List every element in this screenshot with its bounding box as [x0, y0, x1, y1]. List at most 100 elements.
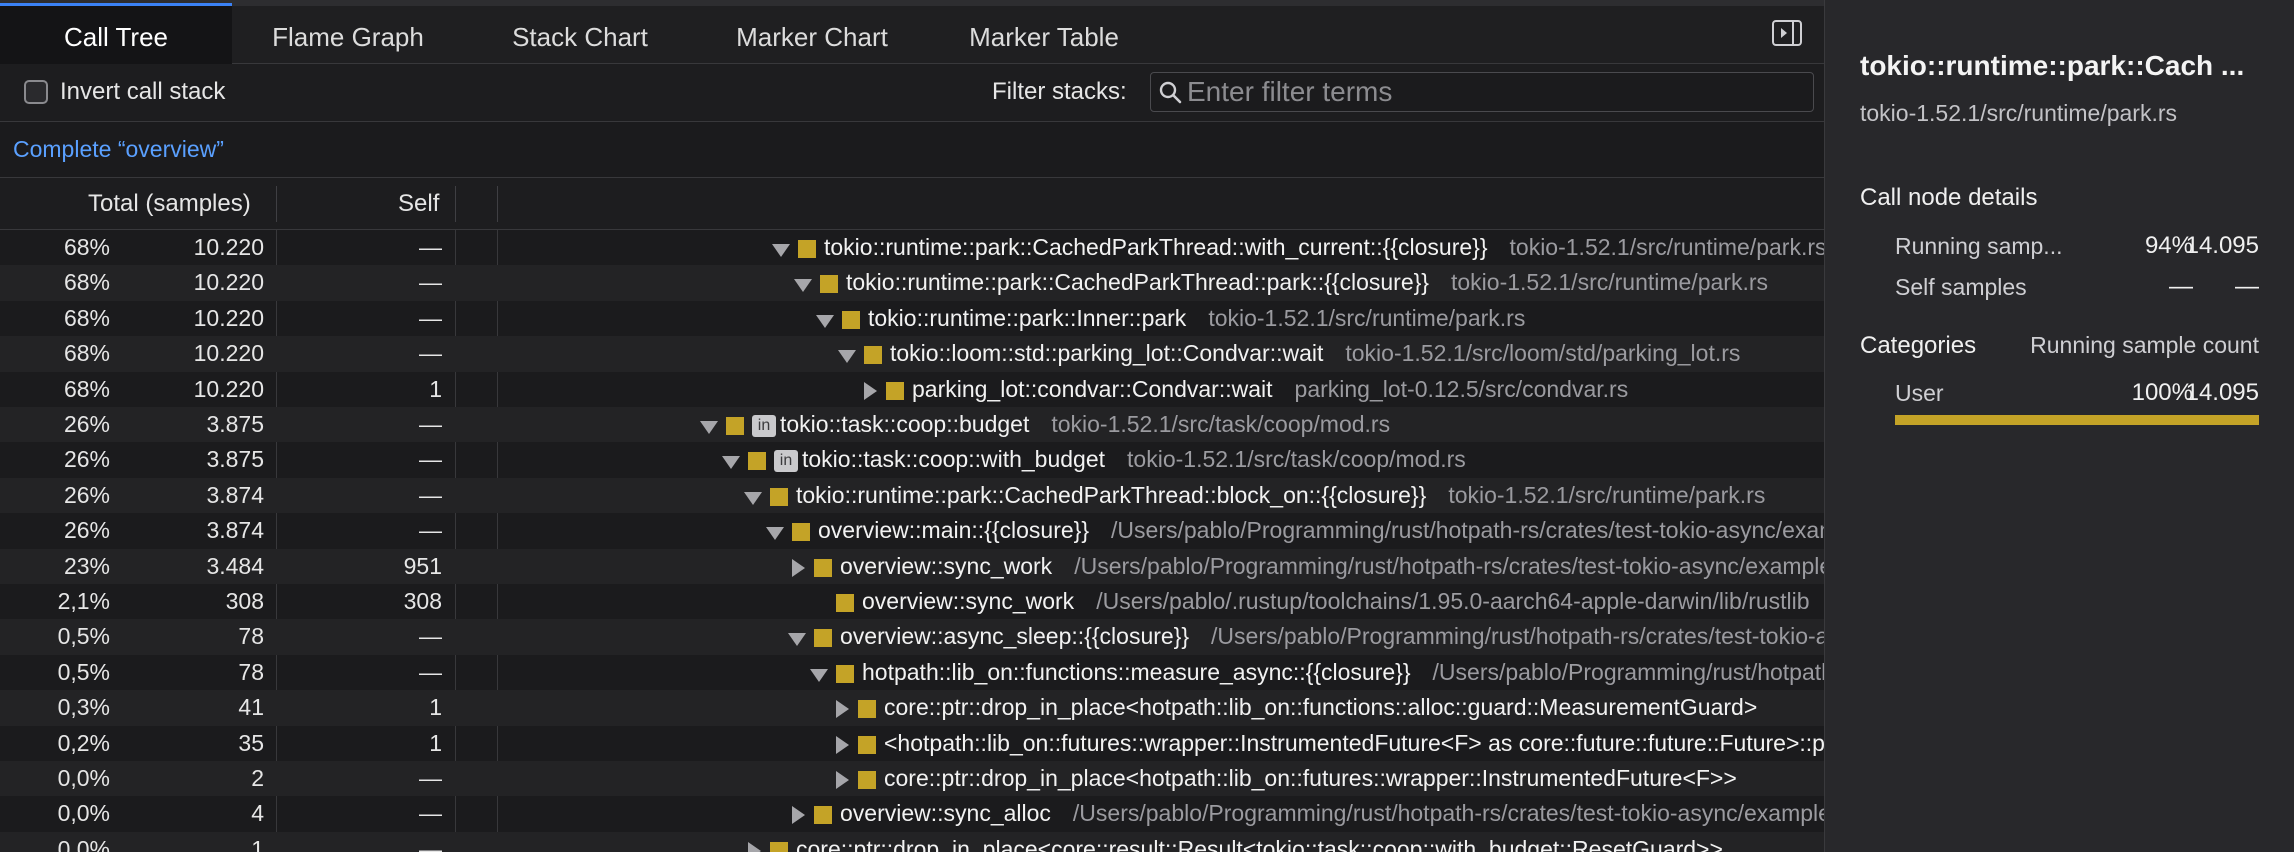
call-node[interactable]: tokio::runtime::park::CachedParkThread::… [792, 265, 1768, 300]
function-name: tokio::loom::std::parking_lot::Condvar::… [890, 340, 1324, 367]
table-row[interactable]: 68% 10.220 — tokio::runtime::park::CachedPa… [0, 265, 1824, 301]
table-row[interactable]: 26% 3.875 — in tokio::task::coop::with_budge… [0, 442, 1824, 477]
collapsed-triangle-icon[interactable] [830, 769, 852, 791]
call-node[interactable]: hotpath::lib_on::functions::measure_asyn… [808, 655, 1824, 690]
table-row[interactable]: 0,3% 41 1 core::ptr::drop_in_place<hotpath:… [0, 690, 1824, 726]
filter-stacks-field[interactable] [1150, 72, 1814, 112]
call-node[interactable]: tokio::loom::std::parking_lot::Condvar::… [836, 336, 1740, 371]
breadcrumb-item[interactable]: Complete “overview” [13, 136, 224, 163]
total-percent-cell: 0,3% [57, 694, 110, 721]
collapsed-triangle-icon[interactable] [830, 734, 852, 756]
table-row[interactable]: 68% 10.220 1 parking_lot::condvar::Condvar:… [0, 372, 1824, 407]
column-divider[interactable] [455, 186, 456, 222]
call-node[interactable]: core::ptr::drop_in_place<hotpath::lib_on… [830, 690, 1757, 725]
table-row[interactable]: 0,5% 78 — hotpath::lib_on::functions::measu… [0, 655, 1824, 690]
call-node[interactable]: tokio::runtime::park::CachedParkThread::… [742, 478, 1765, 513]
expanded-triangle-icon[interactable] [814, 309, 836, 331]
table-row[interactable]: 26% 3.875 — in tokio::task::coop::budget toki… [0, 407, 1824, 443]
table-row[interactable]: 0,2% 35 1 <hotpath::lib_on::futures::wrappe… [0, 726, 1824, 761]
function-name: core::ptr::drop_in_place<core::result::R… [796, 835, 1723, 852]
expanded-triangle-icon[interactable] [742, 486, 764, 508]
invert-call-stack-label[interactable]: Invert call stack [60, 78, 225, 106]
expanded-triangle-icon[interactable] [836, 344, 858, 366]
call-node[interactable]: parking_lot::condvar::Condvar::wait parki… [858, 372, 1628, 407]
sidebar-toggle-icon[interactable] [1772, 20, 1802, 46]
total-percent-cell: 68% [63, 304, 110, 331]
collapsed-triangle-icon[interactable] [786, 804, 808, 826]
function-library: /Users/pablo/.rustup/toolchains/1.95.0-a… [1096, 588, 1810, 614]
total-percent-cell: 26% [63, 411, 110, 437]
column-divider[interactable] [276, 186, 277, 222]
table-row[interactable]: 0,0% 1 — core::ptr::drop_in_place<core::res… [0, 831, 1824, 852]
table-row[interactable]: 0,0% 4 — overview::sync_alloc/Users/pablo/P… [0, 796, 1824, 831]
table-row[interactable]: 23% 3.484 951 overview::sync_work/Users/pab… [0, 548, 1824, 584]
call-node[interactable]: in tokio::task::coop::budget tokio-1.52.1/… [698, 407, 1390, 442]
expanded-triangle-icon[interactable] [698, 415, 720, 437]
collapsed-triangle-icon[interactable] [742, 840, 764, 852]
tab-marker-chart[interactable]: Marker Chart [696, 6, 928, 64]
call-node[interactable]: in tokio::task::coop::with_budget tokio-1.… [720, 442, 1466, 477]
tab-call-tree[interactable]: Call Tree [0, 3, 232, 67]
function-name: tokio::task::coop::budget [780, 411, 1030, 437]
total-samples-header: Total (samples) [88, 190, 251, 217]
expanded-triangle-icon[interactable] [720, 450, 742, 472]
expanded-triangle-icon[interactable] [770, 238, 792, 260]
collapsed-triangle-icon[interactable] [830, 698, 852, 720]
function-library: tokio-1.52.1/src/runtime/park.rs [1208, 304, 1526, 331]
call-tree-panel: Call Tree Flame Graph Stack Chart Marker… [0, 0, 1824, 852]
tab-stack-chart[interactable]: Stack Chart [464, 6, 696, 64]
call-node[interactable]: overview::sync_work/Users/pablo/Programm… [786, 549, 1824, 584]
tab-marker-table[interactable]: Marker Table [928, 6, 1160, 64]
call-node[interactable]: overview::main::{{closure}} /Users/pablo/… [764, 513, 1824, 548]
expanded-triangle-icon[interactable] [808, 663, 830, 685]
invert-call-stack-checkbox[interactable] [24, 80, 48, 104]
call-node[interactable]: overview::async_sleep::{{closure}} /Users… [786, 619, 1824, 654]
function-name: tokio::runtime::park::Inner::park [868, 304, 1187, 331]
tab-flame-graph[interactable]: Flame Graph [232, 6, 464, 64]
function-library: /Users/pablo/Programming/rust/hotpath-rs… [1432, 658, 1824, 685]
table-row[interactable]: 68% 10.220 — tokio::runtime::park::CachedPa… [0, 230, 1824, 265]
total-samples-cell: 78 [238, 658, 264, 685]
total-percent-cell: 68% [63, 340, 110, 367]
self-samples-cell: 1 [429, 694, 442, 721]
table-row[interactable]: 2,1% 308 308 overview::sync_work/Users/pabl… [0, 584, 1824, 619]
call-node[interactable]: core::ptr::drop_in_place<hotpath::lib_on… [830, 761, 1737, 796]
call-node[interactable]: tokio::runtime::park::Inner::park tokio-1… [814, 301, 1525, 336]
table-row[interactable]: 68% 10.220 — tokio::loom::std::parking_lot:… [0, 336, 1824, 372]
table-row[interactable]: 26% 3.874 — tokio::runtime::park::CachedPar… [0, 477, 1824, 514]
self-samples-cell: 1 [429, 375, 442, 402]
call-node[interactable]: core::ptr::drop_in_place<core::result::R… [742, 832, 1723, 852]
expanded-triangle-icon[interactable] [786, 627, 808, 649]
sidebar-function-path: tokio-1.52.1/src/runtime/park.rs [1860, 100, 2178, 126]
call-node[interactable]: overview::sync_work/Users/pablo/.rustup/… [808, 584, 1810, 619]
expanded-triangle-icon[interactable] [792, 273, 814, 295]
collapsed-triangle-icon[interactable] [858, 380, 880, 402]
category-color-icon [748, 452, 766, 471]
total-percent-cell: 0,2% [57, 729, 110, 756]
category-color-icon [792, 523, 810, 542]
collapsed-triangle-icon[interactable] [786, 557, 808, 579]
function-library: tokio-1.52.1/src/task/coop/mod.rs [1051, 411, 1391, 437]
self-samples-cell: 1 [429, 729, 442, 756]
total-percent-cell: 0,5% [57, 658, 110, 685]
column-header: Total (samples) Self [0, 178, 1824, 230]
call-node[interactable]: tokio::runtime::park::CachedParkThread::… [770, 230, 1824, 265]
running-samples-count: 14.095 [2185, 232, 2259, 259]
table-row[interactable]: 0,0% 2 — core::ptr::drop_in_place<hotpath::… [0, 761, 1824, 797]
expanded-triangle-icon[interactable] [764, 521, 786, 543]
total-percent-cell: 26% [63, 446, 110, 473]
category-color-icon [886, 381, 904, 400]
total-samples-cell: 2 [251, 765, 264, 791]
call-node[interactable]: overview::sync_alloc/Users/pablo/Program… [786, 796, 1824, 831]
self-samples-cell: — [419, 304, 442, 331]
function-name: tokio::runtime::park::CachedParkThread::… [796, 481, 1427, 508]
call-node[interactable]: <hotpath::lib_on::futures::wrapper::Inst… [830, 726, 1824, 761]
column-divider[interactable] [497, 186, 498, 222]
table-row[interactable]: 68% 10.220 — tokio::runtime::park::Inner::p… [0, 301, 1824, 336]
total-percent-cell: 68% [63, 234, 110, 260]
filter-stacks-input[interactable] [1187, 73, 1807, 111]
category-color-icon [798, 239, 816, 258]
table-row[interactable]: 0,5% 78 — overview::async_sleep::{{closure}… [0, 619, 1824, 655]
table-row[interactable]: 26% 3.874 — overview::main::{{closure}} /Use… [0, 513, 1824, 548]
function-name: tokio::runtime::park::CachedParkThread::… [824, 234, 1488, 260]
